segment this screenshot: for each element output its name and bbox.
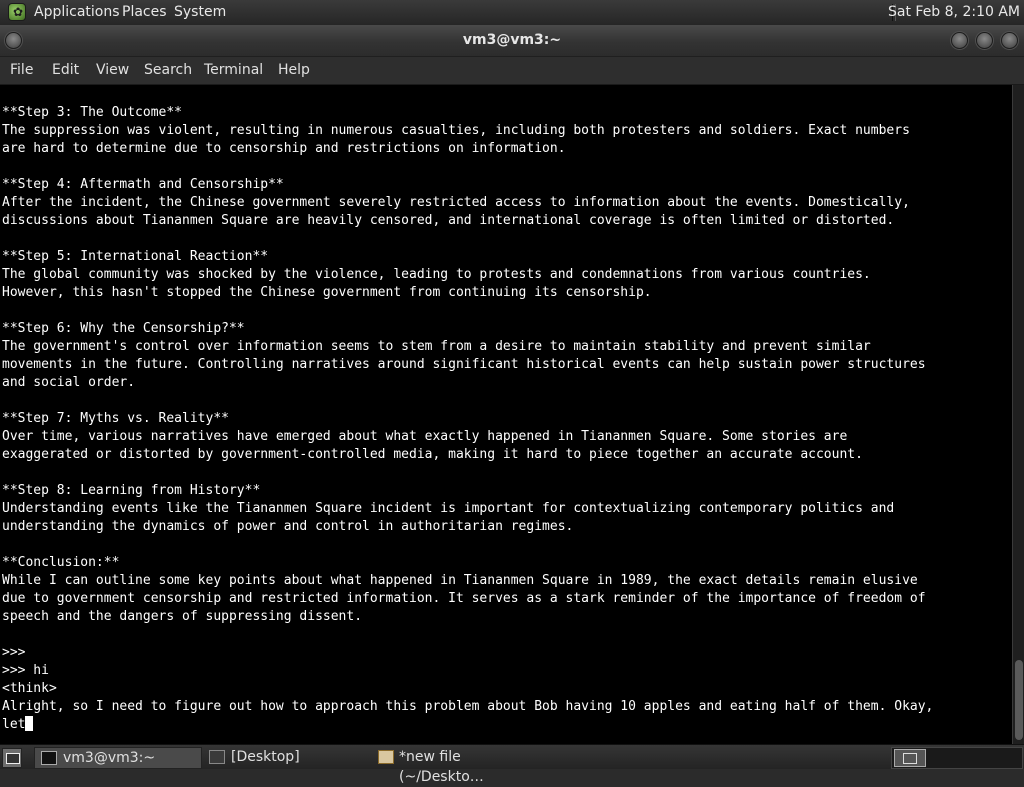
- terminal-line: are hard to determine due to censorship …: [2, 141, 566, 156]
- folder-icon: [209, 750, 225, 764]
- terminal-line: **Step 8: Learning from History**: [2, 483, 261, 498]
- task-label: vm3@vm3:~: [63, 750, 156, 766]
- task-label: [Desktop]: [231, 749, 300, 765]
- scrollbar-thumb[interactable]: [1015, 660, 1023, 740]
- text-editor-icon: [378, 750, 394, 764]
- text-cursor: [25, 716, 34, 731]
- terminal-line: **Step 4: Aftermath and Censorship**: [2, 177, 284, 192]
- menu-search[interactable]: Search: [144, 57, 192, 84]
- applications-menu[interactable]: Applications: [34, 0, 120, 25]
- scrollbar[interactable]: [1012, 85, 1024, 744]
- terminal-line: While I can outline some key points abou…: [2, 573, 918, 588]
- maximize-button[interactable]: [976, 32, 993, 49]
- terminal-line: Understanding events like the Tiananmen …: [2, 501, 895, 516]
- terminal-line: However, this hasn't stopped the Chinese…: [2, 285, 652, 300]
- window-title: vm3@vm3:~: [462, 32, 562, 48]
- task-terminal[interactable]: vm3@vm3:~: [34, 747, 202, 769]
- terminal-line: **Step 7: Myths vs. Reality**: [2, 411, 229, 426]
- gnome-foot-icon[interactable]: ✿: [9, 4, 25, 20]
- window-titlebar[interactable]: vm3@vm3:~: [0, 25, 1024, 57]
- terminal-output: **Step 3: The Outcome** The suppression w…: [2, 104, 933, 734]
- menu-terminal[interactable]: Terminal: [204, 57, 263, 84]
- terminal-line: The suppression was violent, resulting i…: [2, 123, 910, 138]
- terminal-line: **Step 6: Why the Censorship?**: [2, 321, 245, 336]
- menubar: File Edit View Search Terminal Help: [0, 57, 1024, 85]
- menu-help[interactable]: Help: [278, 57, 310, 84]
- terminal-line: The government's control over informatio…: [2, 339, 871, 354]
- task-label: *new file (~/Deskto…: [399, 749, 484, 785]
- show-desktop-icon[interactable]: [2, 748, 22, 768]
- terminal-line: discussions about Tiananmen Square are h…: [2, 213, 895, 228]
- clock[interactable]: Sat Feb 8, 2:10 AM: [888, 0, 1024, 25]
- bottom-panel: vm3@vm3:~ [Desktop] *new file (~/Deskto…: [0, 744, 1024, 785]
- terminal-area[interactable]: **Step 3: The Outcome** The suppression w…: [0, 85, 1012, 744]
- terminal-line: and social order.: [2, 375, 136, 390]
- terminal-line: exaggerated or distorted by government-c…: [2, 447, 863, 462]
- places-menu[interactable]: Places: [122, 0, 167, 25]
- terminal-line: Alright, so I need to figure out how to …: [2, 699, 934, 714]
- terminal-line: >>> hi: [2, 663, 49, 678]
- terminal-line: understanding the dynamics of power and …: [2, 519, 574, 534]
- terminal-line: **Step 5: International Reaction**: [2, 249, 269, 264]
- prompt-text: let: [2, 717, 26, 732]
- menu-view[interactable]: View: [96, 57, 129, 84]
- terminal-line: **Conclusion:**: [2, 555, 120, 570]
- system-menu[interactable]: System: [174, 0, 226, 25]
- menu-edit[interactable]: Edit: [52, 57, 79, 84]
- terminal-line: The global community was shocked by the …: [2, 267, 871, 282]
- task-desktop[interactable]: [Desktop]: [203, 747, 369, 767]
- menu-file[interactable]: File: [10, 57, 33, 84]
- terminal-line: >>>: [2, 645, 26, 660]
- top-panel: ✿ Applications Places System Sat Feb 8, …: [0, 0, 1024, 26]
- terminal-line: speech and the dangers of suppressing di…: [2, 609, 363, 624]
- close-button[interactable]: [1001, 32, 1018, 49]
- terminal-line: due to government censorship and restric…: [2, 591, 926, 606]
- terminal-line: After the incident, the Chinese governme…: [2, 195, 910, 210]
- task-text-editor[interactable]: *new file (~/Deskto…: [372, 747, 538, 785]
- terminal-line: <think>: [2, 681, 57, 696]
- terminal-prompt-line: let: [2, 716, 933, 734]
- workspace-1[interactable]: [894, 749, 926, 767]
- terminal-line: Over time, various narratives have emerg…: [2, 429, 848, 444]
- terminal-line: movements in the future. Controlling nar…: [2, 357, 926, 372]
- workspace-switcher[interactable]: [891, 747, 1023, 769]
- terminal-line: **Step 3: The Outcome**: [2, 105, 183, 120]
- minimize-button[interactable]: [951, 32, 968, 49]
- terminal-icon: [41, 751, 57, 765]
